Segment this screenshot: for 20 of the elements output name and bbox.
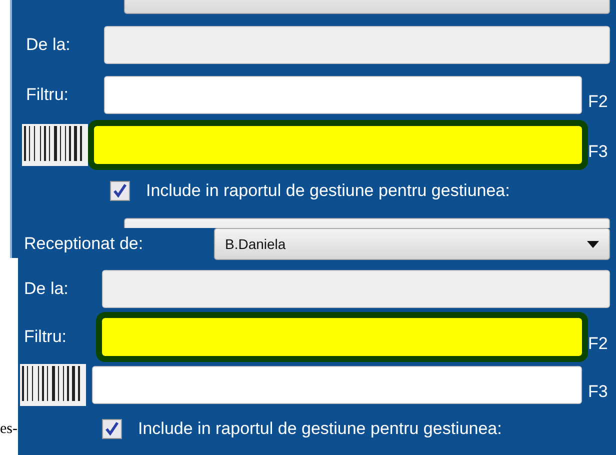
- input-field[interactable]: [104, 76, 582, 114]
- field-label: De la:: [24, 278, 70, 300]
- field-label: De la:: [26, 34, 72, 56]
- shortcut-key: F3: [582, 378, 616, 404]
- checkbox-label: Include in raportul de gestiune pentru gestiunea:: [138, 418, 502, 440]
- checkbox[interactable]: [110, 181, 130, 201]
- barcode-icon[interactable]: [20, 364, 86, 406]
- caret-icon: [587, 240, 599, 248]
- checkbox-label: Include in raportul de gestiune pentru gestiunea:: [146, 180, 510, 202]
- input-field[interactable]: [92, 366, 582, 404]
- field-label: Receptionat de:: [24, 233, 144, 256]
- shortcut-key: F2: [582, 330, 616, 356]
- dropdown[interactable]: B.Daniela: [214, 228, 610, 260]
- shortcut-key: F2: [582, 88, 616, 114]
- shortcut-key: F3: [582, 138, 616, 164]
- field-label: Filtru:: [24, 326, 68, 348]
- checkbox[interactable]: [102, 419, 122, 439]
- field-label: Filtru:: [26, 84, 70, 106]
- page-text: es-: [0, 420, 18, 439]
- barcode-icon[interactable]: [22, 124, 88, 166]
